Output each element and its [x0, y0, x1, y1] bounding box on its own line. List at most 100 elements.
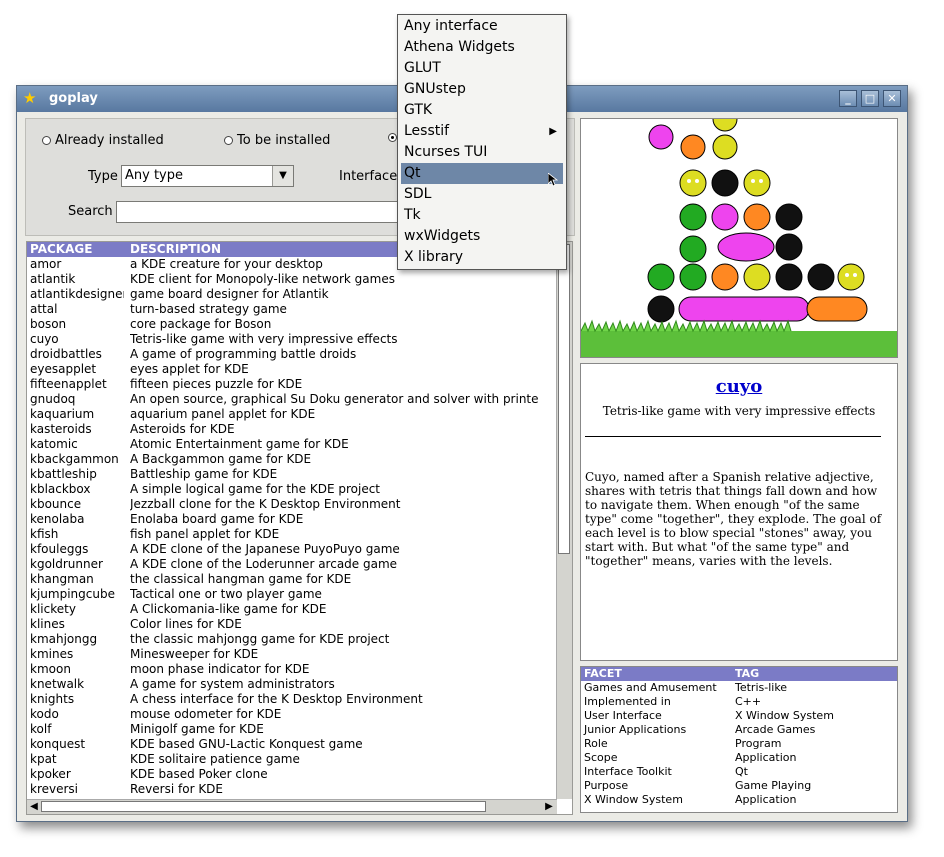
table-row[interactable]: khangman the classical hangman game for K… — [27, 572, 557, 587]
tag-cell: Game Playing — [735, 779, 812, 792]
horizontal-scroll-thumb[interactable] — [41, 801, 486, 812]
search-input[interactable] — [116, 201, 416, 223]
package-name-cell: kenolaba — [30, 512, 85, 526]
column-header-tag[interactable]: TAG — [735, 667, 759, 681]
menu-item-any-interface[interactable]: Any interface — [401, 16, 563, 37]
table-row[interactable]: kgoldrunner A KDE clone of the Loderunner… — [27, 557, 557, 572]
column-header-package[interactable]: PACKAGE — [30, 242, 92, 257]
table-row[interactable]: kbattleship Battleship game for KDE — [27, 467, 557, 482]
menu-item-tk[interactable]: Tk — [401, 205, 563, 226]
table-row[interactable]: attal turn-based strategy game — [27, 302, 557, 317]
menu-item-athena-widgets[interactable]: Athena Widgets — [401, 37, 563, 58]
menu-item-wxwidgets[interactable]: wxWidgets — [401, 226, 563, 247]
type-combo[interactable]: Any type ▼ — [121, 165, 294, 187]
table-row[interactable]: kmahjongg the classic mahjongg game for K… — [27, 632, 557, 647]
radio-to-be-installed[interactable]: To be installed — [224, 133, 330, 148]
menu-item-glut[interactable]: GLUT — [401, 58, 563, 79]
package-description-cell: mouse odometer for KDE — [130, 707, 282, 721]
table-row[interactable]: kreversi Reversi for KDE — [27, 782, 557, 797]
menu-item-qt[interactable]: Qt — [401, 163, 563, 184]
table-row[interactable]: kfish fish panel applet for KDE — [27, 527, 557, 542]
facet-row[interactable]: Role Program — [581, 737, 897, 751]
minimize-button[interactable]: _ — [839, 90, 857, 107]
menu-item-sdl[interactable]: SDL — [401, 184, 563, 205]
horizontal-scrollbar[interactable]: ◀ ▶ — [27, 799, 557, 814]
table-row[interactable]: kodo mouse odometer for KDE — [27, 707, 557, 722]
vertical-scrollbar[interactable] — [556, 242, 572, 799]
package-name-cell: kfish — [30, 527, 59, 541]
facet-row[interactable]: Junior Applications Arcade Games — [581, 723, 897, 737]
facet-cell: Implemented in — [584, 695, 671, 708]
table-row[interactable]: knetwalk A game for system administrators — [27, 677, 557, 692]
table-row[interactable]: kenolaba Enolaba board game for KDE — [27, 512, 557, 527]
table-row[interactable]: boson core package for Boson — [27, 317, 557, 332]
table-row[interactable]: gnudoq An open source, graphical Su Doku … — [27, 392, 557, 407]
table-row[interactable]: kbounce Jezzball clone for the K Desktop … — [27, 497, 557, 512]
package-name-cell: kolf — [30, 722, 52, 736]
table-row[interactable]: kolf Minigolf game for KDE — [27, 722, 557, 737]
table-row[interactable]: klickety A Clickomania-like game for KDE — [27, 602, 557, 617]
table-row[interactable]: kbackgammon A Backgammon game for KDE — [27, 452, 557, 467]
package-name-cell: kfouleggs — [30, 542, 89, 556]
menu-item-ncurses-tui[interactable]: Ncurses TUI — [401, 142, 563, 163]
table-row[interactable]: cuyo Tetris-like game with very impressiv… — [27, 332, 557, 347]
window-title: goplay — [49, 91, 98, 106]
table-row[interactable]: atlantikdesigner game board designer for … — [27, 287, 557, 302]
column-header-description[interactable]: DESCRIPTION — [130, 242, 221, 257]
facet-row[interactable]: Purpose Game Playing — [581, 779, 897, 793]
maximize-button[interactable]: □ — [861, 90, 879, 107]
facet-row[interactable]: User Interface X Window System — [581, 709, 897, 723]
table-row[interactable]: katomic Atomic Entertainment game for KDE — [27, 437, 557, 452]
scroll-left-icon[interactable]: ◀ — [28, 800, 40, 814]
menu-item-lesstif[interactable]: Lesstif ▶ — [401, 121, 563, 142]
package-description-cell: Asteroids for KDE — [130, 422, 235, 436]
table-row[interactable]: kblackbox A simple logical game for the K… — [27, 482, 557, 497]
radio-label: To be installed — [237, 133, 331, 148]
facet-row[interactable]: Games and Amusement Tetris-like — [581, 681, 897, 695]
package-name-link[interactable]: cuyo — [581, 376, 897, 397]
chevron-down-icon[interactable]: ▼ — [272, 166, 293, 186]
close-button[interactable]: ✕ — [883, 90, 901, 107]
table-row[interactable]: kfouleggs A KDE clone of the Japanese Puy… — [27, 542, 557, 557]
facet-cell: Games and Amusement — [584, 681, 717, 694]
table-row[interactable]: kmoon moon phase indicator for KDE — [27, 662, 557, 677]
table-row[interactable]: kjumpingcube Tactical one or two player g… — [27, 587, 557, 602]
facet-row[interactable]: Interface Toolkit Qt — [581, 765, 897, 779]
facet-row[interactable]: X Window System Application — [581, 793, 897, 807]
facet-table: FACET TAG Games and Amusement Tetris-like… — [580, 666, 898, 813]
table-row[interactable]: kpoker KDE based Poker clone — [27, 767, 557, 782]
table-row[interactable]: knights A chess interface for the K Deskt… — [27, 692, 557, 707]
package-name-cell: boson — [30, 317, 67, 331]
table-row[interactable]: droidbattles A game of programming battle… — [27, 347, 557, 362]
package-name-cell: gnudoq — [30, 392, 76, 406]
table-row[interactable]: kasteroids Asteroids for KDE — [27, 422, 557, 437]
table-row[interactable]: konquest KDE based GNU-Lactic Konquest ga… — [27, 737, 557, 752]
radio-already-installed[interactable]: Already installed — [42, 133, 164, 148]
tag-cell: Tetris-like — [735, 681, 788, 694]
package-description-cell: A chess interface for the K Desktop Envi… — [130, 692, 423, 706]
table-row[interactable]: atlantik KDE client for Monopoly-like net… — [27, 272, 557, 287]
table-row[interactable]: eyesapplet eyes applet for KDE — [27, 362, 557, 377]
menu-item-gtk[interactable]: GTK — [401, 100, 563, 121]
table-row[interactable]: kpat KDE solitaire patience game — [27, 752, 557, 767]
menu-item-gnustep[interactable]: GNUstep — [401, 79, 563, 100]
package-name-cell: kpoker — [30, 767, 71, 781]
table-row[interactable]: kmines Minesweeper for KDE — [27, 647, 557, 662]
package-name-cell: kbackgammon — [30, 452, 119, 466]
menu-item-label: wxWidgets — [404, 228, 481, 244]
menu-item-x-library[interactable]: X library — [401, 247, 563, 268]
scroll-right-icon[interactable]: ▶ — [543, 800, 555, 814]
facet-row[interactable]: Implemented in C++ — [581, 695, 897, 709]
package-description-cell: KDE client for Monopoly-like network gam… — [130, 272, 395, 286]
facet-row[interactable]: Scope Application — [581, 751, 897, 765]
submenu-arrow-icon: ▶ — [549, 126, 557, 137]
table-row[interactable]: kaquarium aquarium panel applet for KDE — [27, 407, 557, 422]
vertical-scroll-thumb[interactable] — [558, 244, 570, 554]
column-header-facet[interactable]: FACET — [584, 667, 622, 681]
package-name-cell: attal — [30, 302, 58, 316]
package-name-cell: kreversi — [30, 782, 79, 796]
facet-cell: Interface Toolkit — [584, 765, 672, 778]
package-description-cell: Tactical one or two player game — [130, 587, 322, 601]
table-row[interactable]: klines Color lines for KDE — [27, 617, 557, 632]
table-row[interactable]: fifteenapplet fifteen pieces puzzle for K… — [27, 377, 557, 392]
